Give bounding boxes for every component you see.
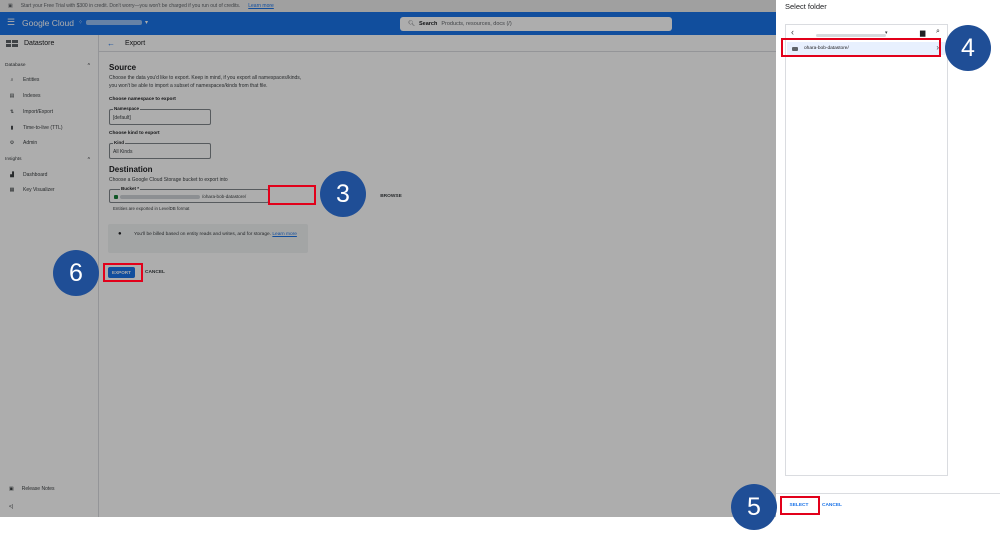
bottom-margin [0, 517, 1000, 534]
folder-picker: ‹ ▾ ▆ ⌕ ohara-bob-datastore/ › [785, 24, 948, 476]
step-badge-5: 5 [731, 484, 777, 530]
highlight-export [103, 263, 143, 282]
step-badge-4: 4 [945, 25, 991, 71]
select-folder-panel: Select folder ‹ ▾ ▆ ⌕ ohara-bob-datastor… [776, 0, 1000, 517]
current-path-redacted [816, 34, 886, 37]
panel-cancel-button[interactable]: CANCEL [821, 500, 843, 511]
new-folder-icon[interactable]: ▆ [920, 29, 925, 37]
modal-scrim [0, 0, 776, 517]
search-icon[interactable]: ⌕ [936, 28, 940, 36]
step-badge-3: 3 [320, 171, 366, 217]
panel-title: Select folder [785, 2, 827, 11]
chevron-down-icon[interactable]: ▾ [885, 30, 888, 36]
panel-divider [776, 493, 1000, 494]
step-badge-6: 6 [53, 250, 99, 296]
chevron-left-icon[interactable]: ‹ [791, 27, 794, 37]
highlight-folder [781, 38, 941, 57]
highlight-browse [268, 185, 316, 205]
highlight-select [780, 496, 820, 515]
